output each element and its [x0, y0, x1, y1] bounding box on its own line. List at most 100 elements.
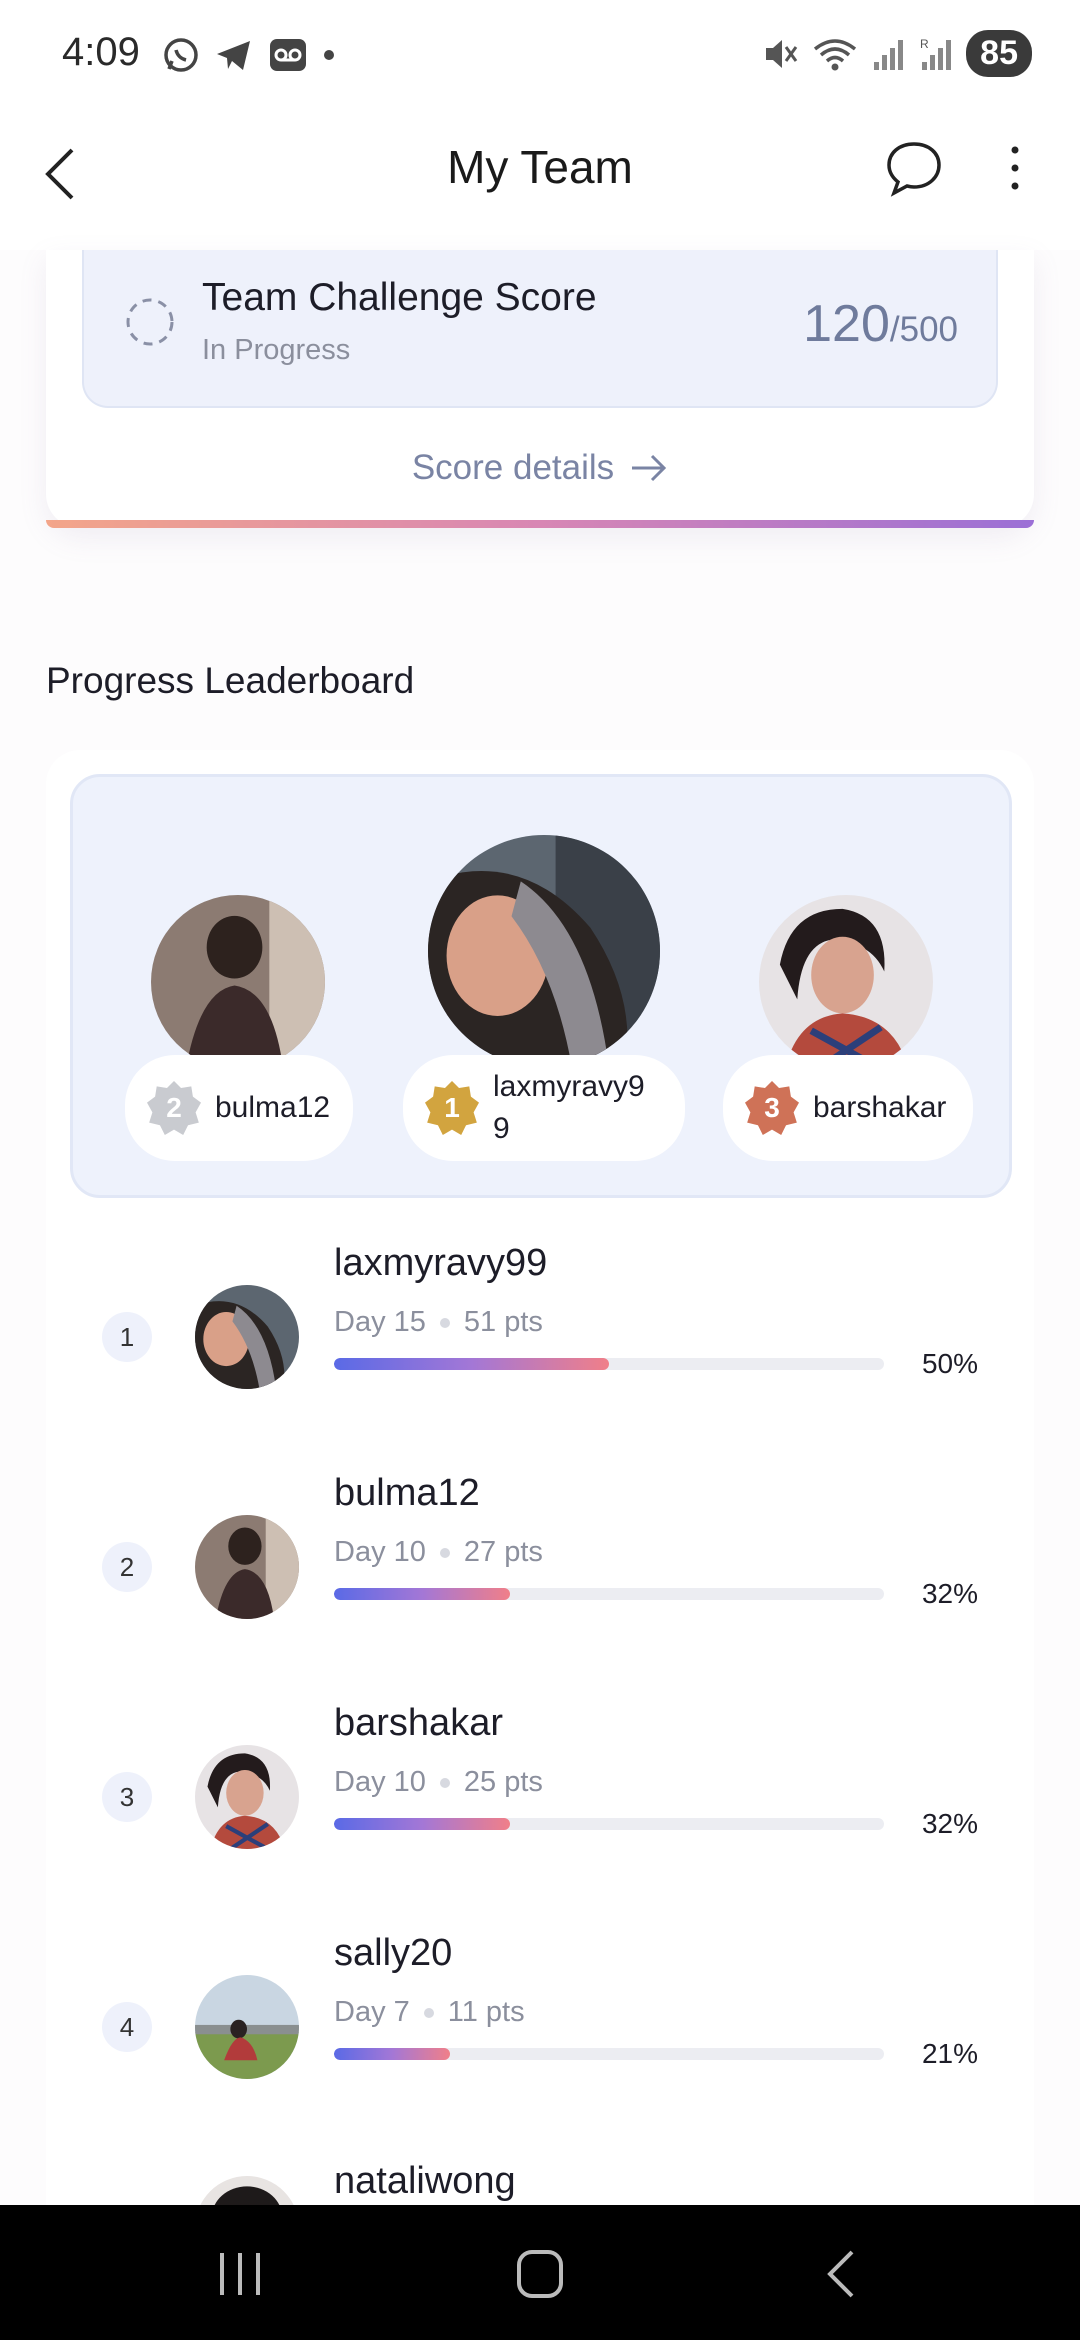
rank-badge: 2: [102, 1542, 152, 1592]
progress-bar: [334, 2048, 884, 2060]
avatar-photo-icon: [195, 1285, 299, 1389]
podium-name-1: laxmyravy9 9: [493, 1070, 645, 1145]
more-vertical-icon[interactable]: [1000, 140, 1030, 200]
avatar-photo-icon: [195, 2176, 299, 2205]
avatar-photo-icon: [195, 1745, 299, 1849]
avatar-photo-icon: [151, 895, 325, 1069]
rank-badge: 4: [102, 2002, 152, 2052]
row-meta: Day 7 11 pts: [334, 1996, 525, 2029]
row-day: Day 10: [334, 1766, 426, 1798]
svg-text:R: R: [920, 37, 929, 51]
battery-level: 85: [966, 30, 1032, 77]
row-avatar: [195, 2176, 299, 2205]
gold-medal-icon: 1: [425, 1081, 479, 1135]
leaderboard-row[interactable]: 2 bulma12 Day 10 27 pts 32%: [46, 1460, 1034, 1690]
card-gradient-border: [46, 520, 1034, 528]
score-details-link[interactable]: Score details: [412, 448, 668, 488]
mute-icon: [766, 39, 798, 68]
row-day: Day 10: [334, 1536, 426, 1568]
score-total: /500: [889, 310, 958, 349]
podium-avatar-1[interactable]: [428, 835, 660, 1067]
challenge-status: In Progress: [202, 334, 351, 366]
row-meta: Day 10 27 pts: [334, 1536, 543, 1569]
separator-dot: [423, 2007, 434, 2018]
podium-pill-3[interactable]: 3 barshakar: [723, 1055, 973, 1161]
row-percent: 50%: [921, 1348, 978, 1379]
progress-bar-fill: [334, 1358, 609, 1370]
row-username: laxmyravy99: [334, 1242, 548, 1284]
challenge-title: Team Challenge Score: [202, 276, 597, 319]
row-day: Day 7: [334, 1996, 410, 2028]
dot-icon: [324, 50, 334, 60]
podium-pill-1[interactable]: 1 laxmyravy9 9: [403, 1055, 685, 1161]
signal-r-icon: R: [920, 37, 952, 70]
status-time: 4:09: [62, 30, 140, 74]
row-meta: Day 10 25 pts: [334, 1766, 543, 1799]
row-avatar: [195, 1745, 299, 1849]
row-username: nataliwong: [334, 2160, 516, 2202]
system-icons: R 85: [762, 30, 1032, 77]
avatar-photo-icon: [195, 1975, 299, 2079]
podium-avatar-2[interactable]: [151, 895, 325, 1069]
row-avatar: [195, 1285, 299, 1389]
row-username: sally20: [334, 1932, 453, 1974]
leaderboard-row[interactable]: 4 sally20 Day 7 11 pts 21%: [46, 1920, 1034, 2150]
leaderboard-podium: 2 bulma12 1 laxmyravy9 9 3 barshakar: [70, 774, 1012, 1198]
avatar-photo-icon: [759, 895, 933, 1069]
leaderboard-title: Progress Leaderboard: [46, 660, 415, 701]
row-username: barshakar: [334, 1702, 503, 1744]
row-points: 27 pts: [463, 1536, 543, 1568]
separator-dot: [439, 1777, 450, 1788]
score-details-label: Score details: [411, 448, 615, 487]
wifi-icon: [814, 38, 857, 70]
row-percent: 21%: [921, 2038, 978, 2069]
score-details-row: Score details: [0, 448, 1080, 488]
leaderboard-row[interactable]: 1 laxmyravy99 Day 15 51 pts 50%: [46, 1230, 1034, 1460]
podium-name-3: barshakar: [813, 1091, 947, 1124]
row-day: Day 15: [334, 1306, 426, 1338]
rank-badge: 1: [102, 1312, 152, 1362]
row-percent: 32%: [921, 1808, 978, 1839]
silver-medal-icon: 2: [147, 1081, 201, 1135]
row-points: 51 pts: [463, 1306, 543, 1338]
progress-bar: [334, 1358, 884, 1370]
progress-bar-fill: [334, 1588, 510, 1600]
home-icon[interactable]: [510, 2247, 570, 2301]
progress-bar: [334, 1588, 884, 1600]
row-percent: 32%: [921, 1578, 978, 1609]
telegram-icon: [217, 41, 250, 70]
notification-icons: [162, 36, 336, 74]
top-app-bar: My Team: [0, 110, 1080, 250]
podium-pill-2[interactable]: 2 bulma12: [125, 1055, 353, 1161]
progress-bar: [334, 1818, 884, 1830]
row-avatar: [195, 1975, 299, 2079]
challenge-score: 120/500: [803, 294, 958, 354]
avatar-photo-icon: [195, 1515, 299, 1619]
separator-dot: [439, 1317, 450, 1328]
leaderboard-row[interactable]: 3 barshakar Day 10 25 pts 32%: [46, 1690, 1034, 1920]
recents-icon[interactable]: [210, 2247, 270, 2301]
row-points: 11 pts: [447, 1996, 525, 2028]
back-icon[interactable]: [812, 2247, 872, 2301]
voicemail-icon: [270, 39, 306, 71]
whatsapp-icon: [164, 38, 198, 72]
avatar-photo-icon: [428, 835, 660, 1067]
rank-badge: 3: [102, 1772, 152, 1822]
team-challenge-score-box[interactable]: Team Challenge Score In Progress 120/500: [82, 250, 998, 408]
arrow-right-icon: [632, 454, 667, 482]
leaderboard-row[interactable]: nataliwong: [46, 2150, 1034, 2205]
row-avatar: [195, 1515, 299, 1619]
score-value: 120: [803, 295, 890, 353]
separator-dot: [439, 1547, 450, 1558]
row-meta: Day 15 51 pts: [334, 1306, 543, 1339]
progress-pending-icon: [126, 298, 174, 346]
chat-bubble-icon[interactable]: [884, 138, 944, 198]
progress-bar-fill: [334, 2048, 450, 2060]
progress-bar-fill: [334, 1818, 510, 1830]
status-bar: 4:09 R 85: [0, 0, 1080, 110]
system-nav-bar: [0, 2205, 1080, 2340]
row-points: 25 pts: [463, 1766, 543, 1798]
signal-icon: [874, 39, 904, 70]
podium-avatar-3[interactable]: [759, 895, 933, 1069]
row-username: bulma12: [334, 1472, 480, 1514]
